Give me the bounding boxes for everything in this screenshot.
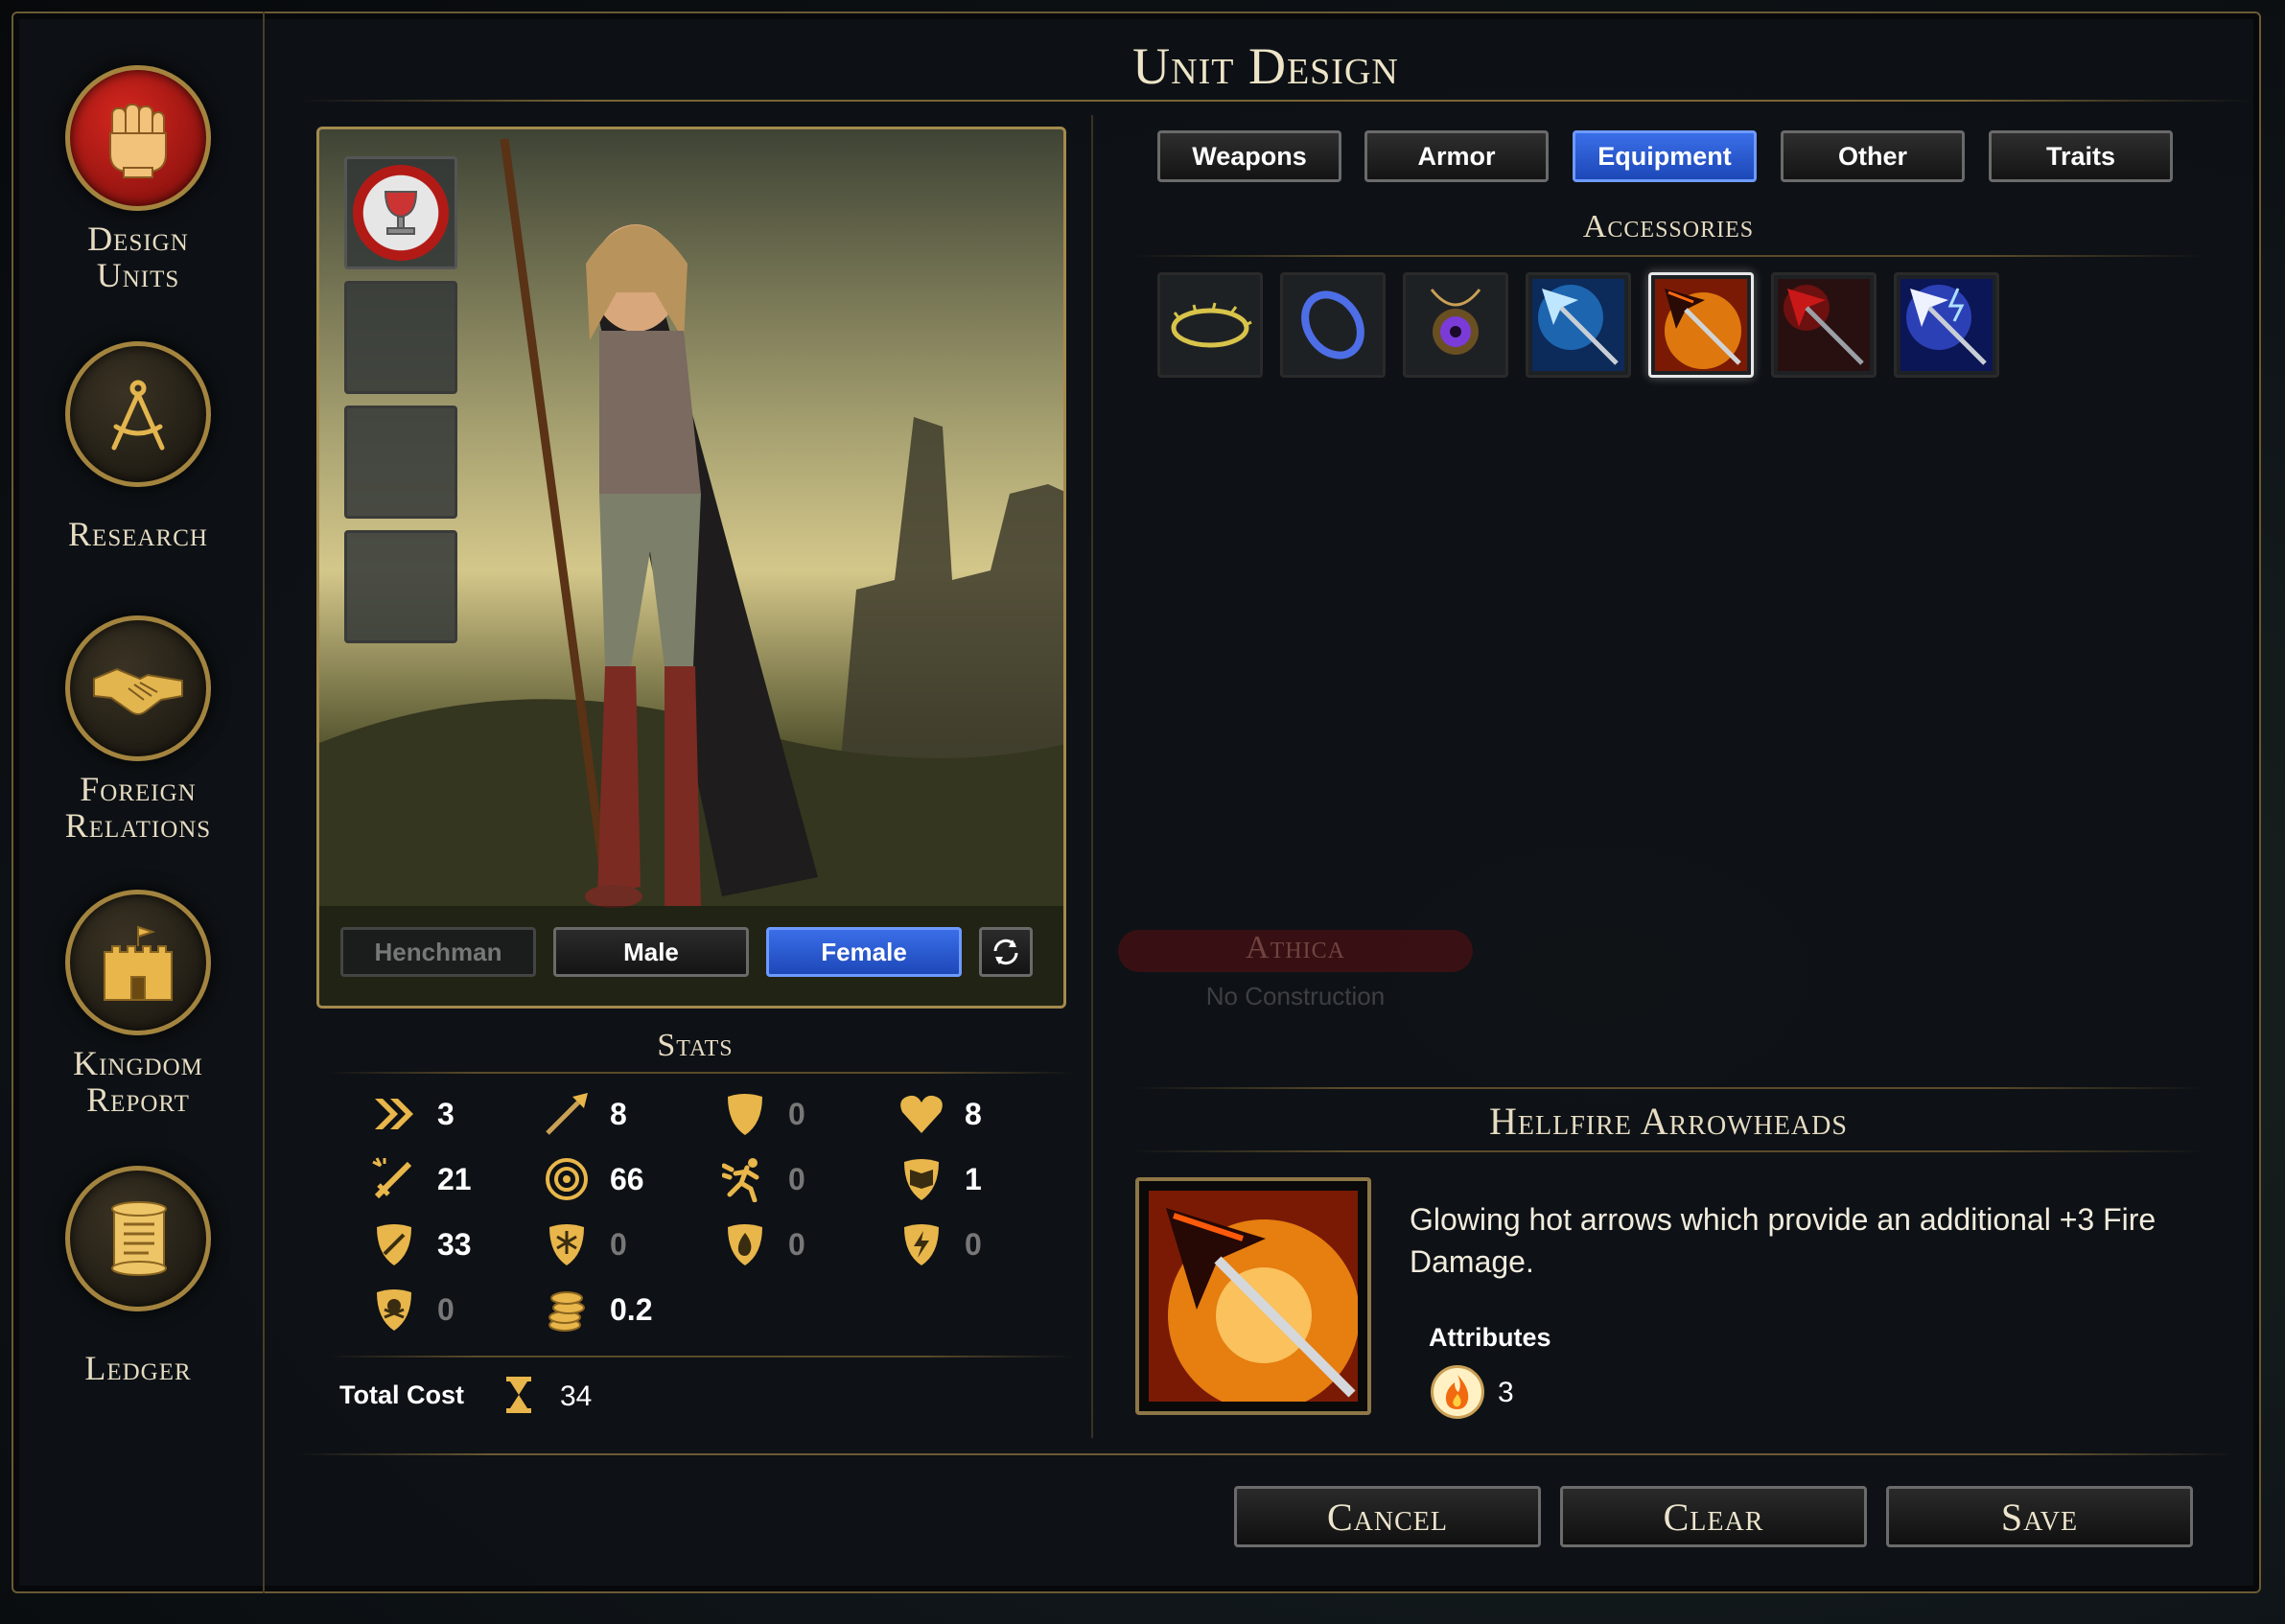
detail-top-divider bbox=[1131, 1087, 2205, 1089]
accessory-hellfire-arrowhead[interactable] bbox=[1648, 272, 1754, 378]
thorn-circlet-icon bbox=[1171, 302, 1252, 348]
sidebar-item-foreign-relations[interactable]: Foreign Relations bbox=[12, 615, 265, 844]
randomize-button[interactable] bbox=[979, 927, 1033, 977]
sidebar-item-kingdom-report[interactable]: Kingdom Report bbox=[12, 890, 265, 1118]
panel-divider bbox=[1091, 115, 1093, 1438]
stat-dodge: 0 bbox=[721, 1152, 805, 1206]
ring-icon bbox=[1301, 290, 1364, 360]
footer-divider bbox=[297, 1453, 2234, 1455]
equipment-slot-3[interactable] bbox=[344, 406, 457, 519]
stat-resistance: 1 bbox=[898, 1152, 982, 1206]
blood-arrowhead-icon bbox=[1778, 279, 1870, 371]
sidebar: Design Units Research Foreign Relations … bbox=[12, 12, 265, 1593]
fire-shield-icon bbox=[721, 1220, 769, 1268]
defense-shield-icon bbox=[370, 1220, 418, 1268]
fire-icon bbox=[1431, 1365, 1484, 1419]
shield-icon bbox=[721, 1090, 769, 1138]
sidebar-item-research[interactable]: Research bbox=[12, 341, 265, 552]
target-icon bbox=[543, 1155, 591, 1203]
page-title: Unit Design bbox=[1132, 37, 1399, 95]
stat-lightning-resist: 0 bbox=[898, 1218, 982, 1271]
equipment-slot-1[interactable] bbox=[344, 156, 457, 269]
equipment-slot-2[interactable] bbox=[344, 281, 457, 394]
clear-button[interactable]: Clear bbox=[1560, 1486, 1867, 1547]
tab-armor[interactable]: Armor bbox=[1364, 130, 1549, 182]
item-image bbox=[1135, 1177, 1371, 1415]
hellfire-arrowhead-icon bbox=[1149, 1191, 1360, 1411]
equipment-slot-4[interactable] bbox=[344, 530, 457, 643]
spellbook-icon bbox=[898, 1155, 945, 1203]
item-title: Hellfire Arrowheads bbox=[1489, 1100, 1848, 1143]
sword-attack-icon bbox=[370, 1155, 418, 1203]
sidebar-item-design-units[interactable]: Design Units bbox=[12, 65, 265, 293]
stat-movement: 3 bbox=[370, 1087, 455, 1141]
lightning-shield-icon bbox=[898, 1220, 945, 1268]
detail-divider bbox=[1131, 1150, 2205, 1152]
title-divider bbox=[297, 100, 2253, 102]
heart-icon bbox=[898, 1090, 945, 1138]
sidebar-item-ledger[interactable]: Ledger bbox=[12, 1166, 265, 1386]
accessory-blood-arrowhead[interactable] bbox=[1771, 272, 1877, 378]
amulet-icon bbox=[1430, 289, 1481, 355]
accessory-lightning-arrowhead[interactable] bbox=[1894, 272, 1999, 378]
accessories-divider bbox=[1131, 255, 2205, 257]
move-icon bbox=[370, 1090, 418, 1138]
compass-icon bbox=[65, 341, 211, 487]
stat-melee-attack: 21 bbox=[370, 1152, 472, 1206]
accessory-frost-arrowhead[interactable] bbox=[1526, 272, 1631, 378]
accessory-thorn-circlet[interactable] bbox=[1157, 272, 1263, 378]
attribute-value: 3 bbox=[1498, 1377, 1514, 1408]
spear-icon bbox=[543, 1090, 591, 1138]
male-button[interactable]: Male bbox=[553, 927, 749, 977]
stat-fire-resist: 0 bbox=[721, 1218, 805, 1271]
stat-frost-resist: 0 bbox=[543, 1218, 627, 1271]
hellfire-arrowhead-icon bbox=[1655, 279, 1747, 371]
stat-accuracy: 66 bbox=[543, 1152, 644, 1206]
total-cost-value: 34 bbox=[560, 1380, 593, 1412]
tab-other[interactable]: Other bbox=[1781, 130, 1965, 182]
handshake-icon bbox=[65, 615, 211, 761]
total-cost-label: Total Cost bbox=[339, 1380, 464, 1409]
refresh-icon bbox=[993, 939, 1018, 965]
cost-divider bbox=[326, 1356, 1074, 1357]
stat-upkeep: 0.2 bbox=[543, 1283, 652, 1336]
stat-defense: 33 bbox=[370, 1218, 472, 1271]
dodge-icon bbox=[721, 1155, 769, 1203]
stats-divider bbox=[326, 1072, 1074, 1074]
accessory-amulet[interactable] bbox=[1403, 272, 1508, 378]
female-button[interactable]: Female bbox=[766, 927, 962, 977]
accessories-heading: Accessories bbox=[1582, 209, 1755, 244]
map-city-label: Athica bbox=[1118, 930, 1473, 972]
stat-shield: 0 bbox=[721, 1087, 805, 1141]
item-description: Glowing hot arrows which provide an addi… bbox=[1410, 1202, 2157, 1279]
frost-arrowhead-icon bbox=[1532, 279, 1624, 371]
game-screen: { "window": {"title": "Unit Design"}, "s… bbox=[0, 0, 2285, 1624]
scroll-icon bbox=[65, 1166, 211, 1311]
castle-icon bbox=[65, 890, 211, 1035]
accessory-ring[interactable] bbox=[1280, 272, 1386, 378]
stat-poison-resist: 0 bbox=[370, 1283, 455, 1336]
tab-equipment[interactable]: Equipment bbox=[1573, 130, 1757, 182]
stats-heading: Stats bbox=[657, 1028, 734, 1063]
save-button[interactable]: Save bbox=[1886, 1486, 2193, 1547]
map-city-status: No Construction bbox=[1205, 982, 1386, 1010]
tab-weapons[interactable]: Weapons bbox=[1157, 130, 1341, 182]
cancel-button[interactable]: Cancel bbox=[1234, 1486, 1541, 1547]
poison-shield-icon bbox=[370, 1286, 418, 1334]
stat-health: 8 bbox=[898, 1087, 982, 1141]
unit-portrait: Henchman Male Female bbox=[316, 127, 1066, 1009]
gold-coins-icon bbox=[543, 1286, 591, 1334]
fist-icon bbox=[65, 65, 211, 211]
frost-shield-icon bbox=[543, 1220, 591, 1268]
stat-ranged-attack: 8 bbox=[543, 1087, 627, 1141]
attributes-label: Attributes bbox=[1429, 1323, 1551, 1352]
hourglass-icon bbox=[502, 1375, 535, 1420]
lightning-arrowhead-icon bbox=[1900, 279, 1993, 371]
henchman-button[interactable]: Henchman bbox=[340, 927, 536, 977]
tab-traits[interactable]: Traits bbox=[1989, 130, 2173, 182]
chalice-icon bbox=[353, 165, 449, 261]
